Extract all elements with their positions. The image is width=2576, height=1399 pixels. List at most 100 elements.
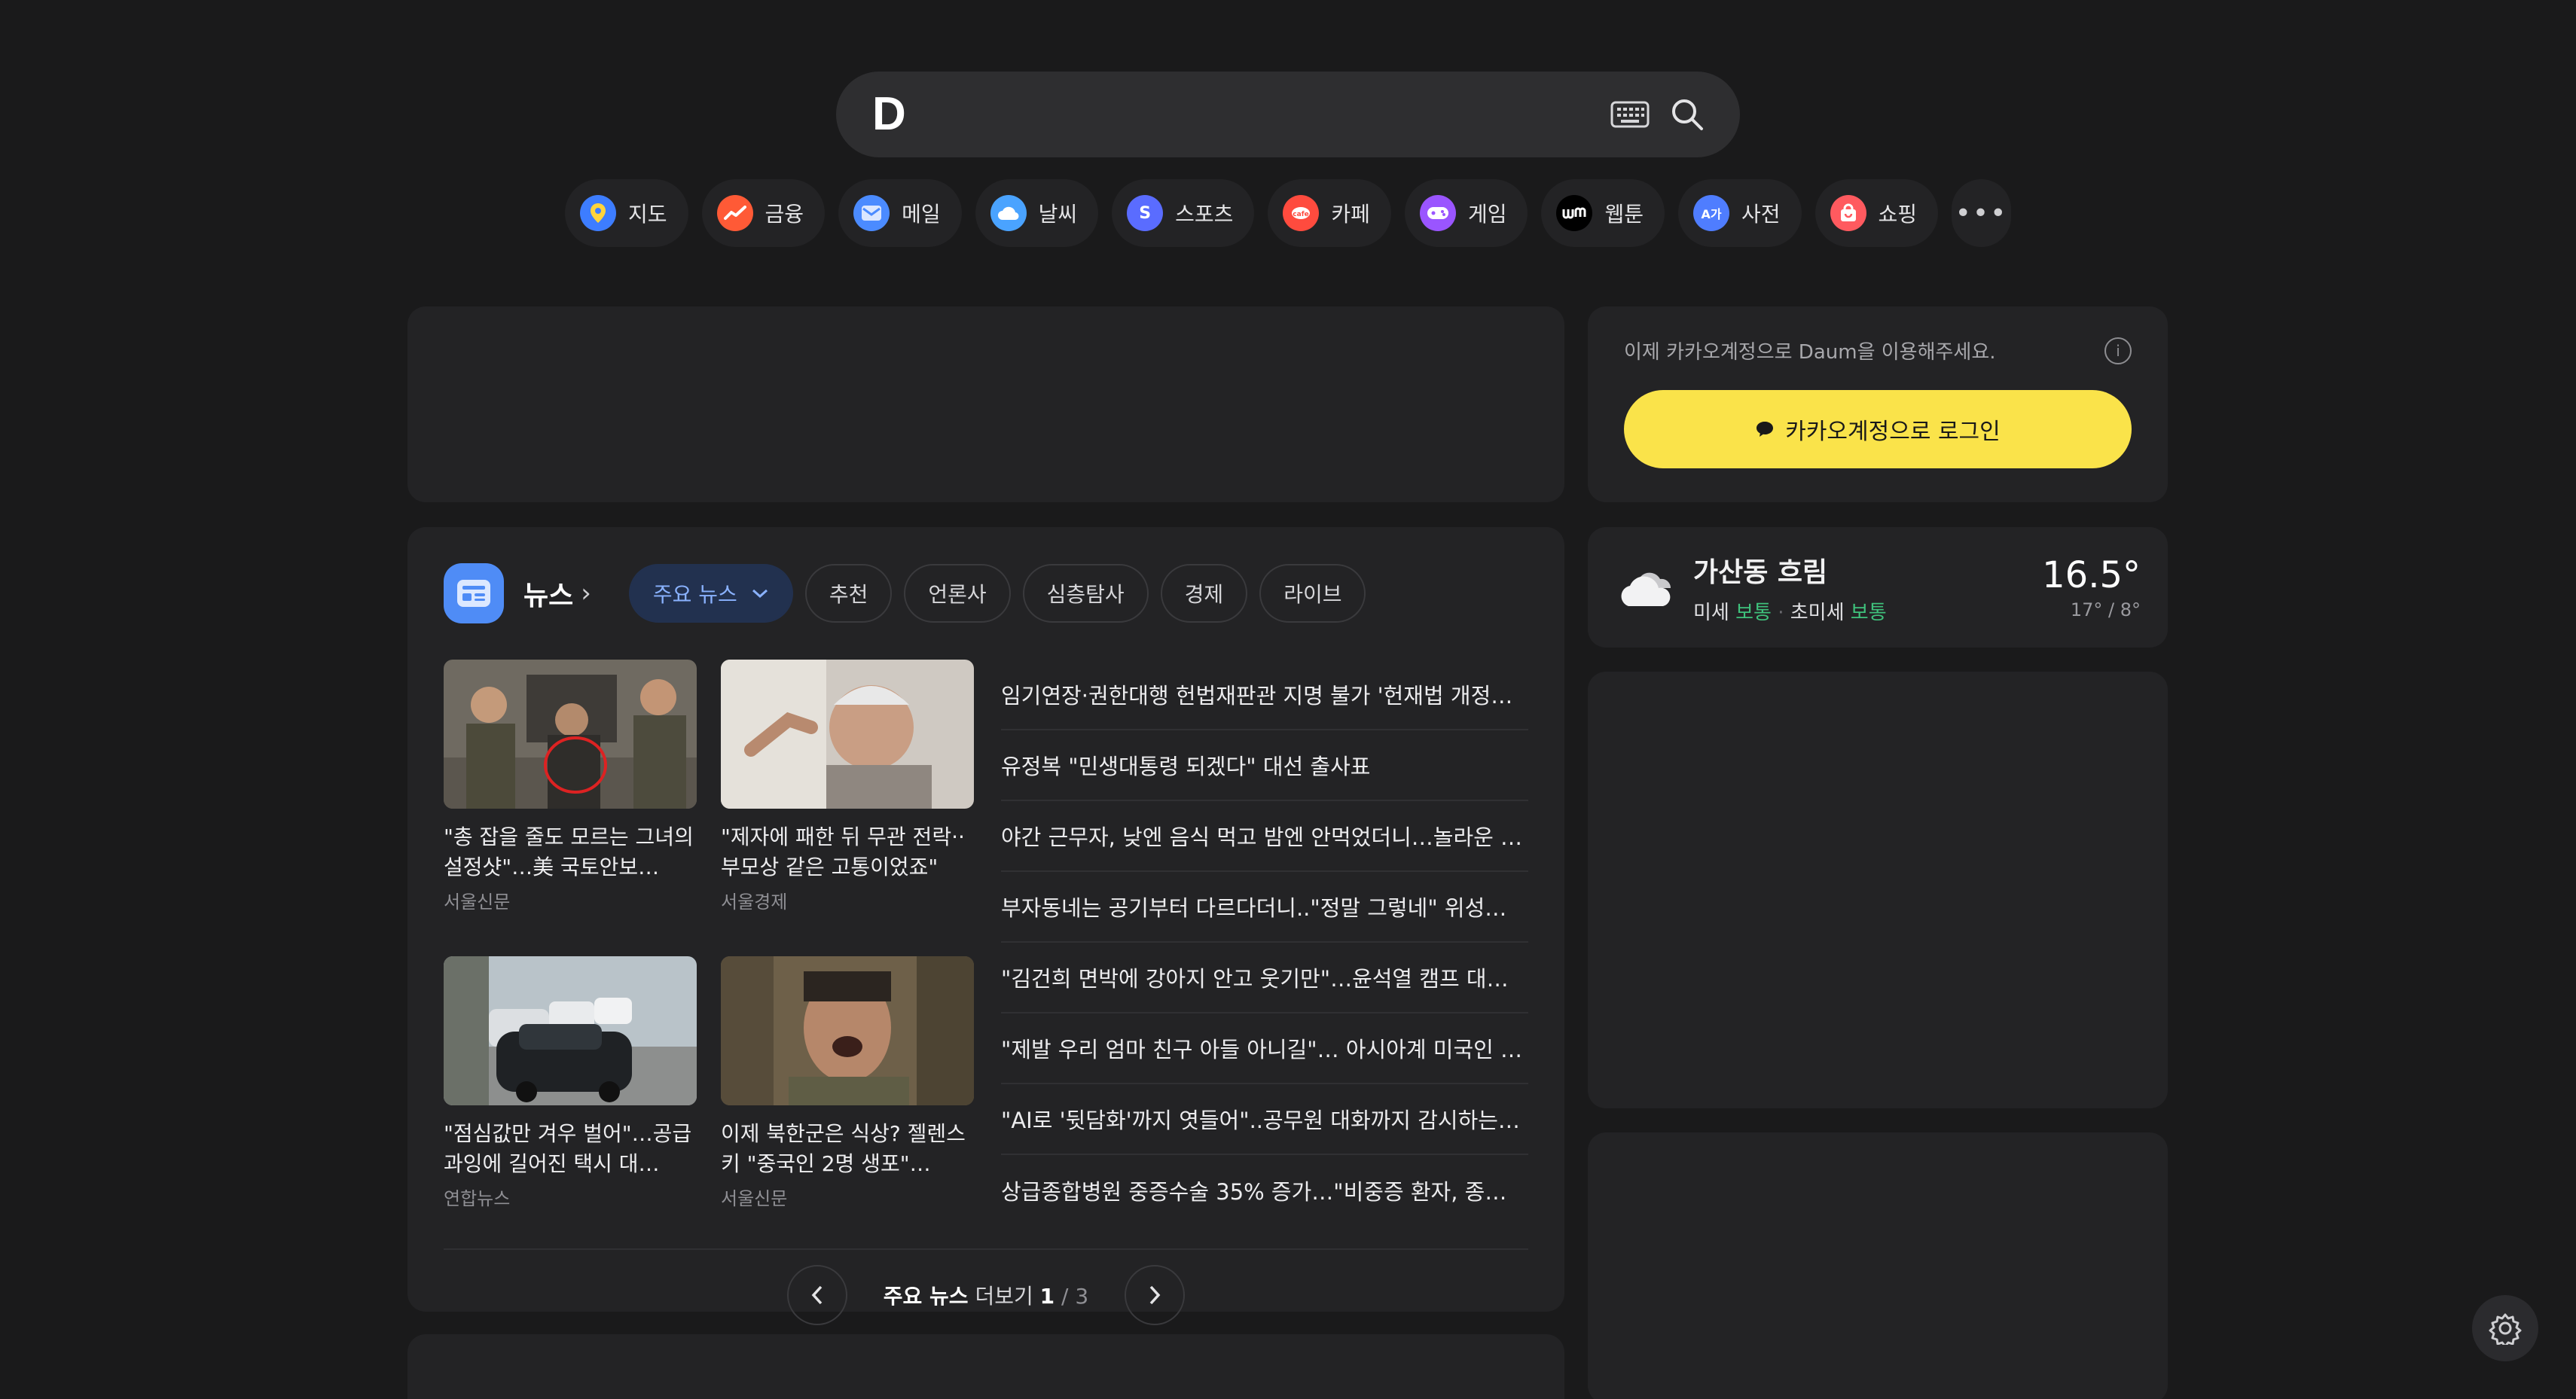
news-source: 서울신문 <box>721 1188 788 1209</box>
news-source: 서울경제 <box>721 892 788 913</box>
news-thumb-item[interactable]: "제자에 패한 뒤 무관 전락··부모상 같은 고통이었죠" 서울경제 <box>721 660 974 929</box>
headline-text[interactable]: "AI로 '뒷담화'까지 엿들어"..공무원 대화까지 감시하는… <box>1001 1103 1520 1135</box>
pager-text[interactable]: 주요 뉴스 더보기 1 / 3 <box>884 1280 1088 1310</box>
svg-text:cafe: cafe <box>1293 211 1309 218</box>
news-header: 뉴스 › 주요 뉴스 추천 언론사 심층탐사 경제 라이브 <box>444 563 1528 623</box>
dust-separator: · <box>1778 601 1790 624</box>
headline-item[interactable]: 야간 근무자, 낮엔 음식 먹고 밤엔 안먹었더니…놀라운 … <box>1001 801 1528 872</box>
service-label: 날씨 <box>1038 202 1078 227</box>
total-pages: 3 <box>1075 1284 1089 1309</box>
news-thumb-item[interactable]: "점심값만 겨우 벌어"…공급과잉에 길어진 택시 대… 연합뉴스 <box>444 956 697 1226</box>
keyboard-icon[interactable] <box>1607 92 1653 137</box>
tab-main-news[interactable]: 주요 뉴스 <box>628 564 793 623</box>
tab-live[interactable]: 라이브 <box>1259 564 1366 623</box>
service-weather[interactable]: 날씨 <box>975 179 1099 247</box>
service-map[interactable]: 지도 <box>565 179 688 247</box>
headline-text[interactable]: 야간 근무자, 낮엔 음식 먹고 밤엔 안먹었더니…놀라운 … <box>1001 820 1522 852</box>
tab-economy[interactable]: 경제 <box>1160 564 1248 623</box>
headline-item[interactable]: 부자동네는 공기부터 다르다더니.."정말 그렇네" 위성… <box>1001 872 1528 943</box>
news-tabs: 주요 뉴스 추천 언론사 심층탐사 경제 라이브 <box>628 564 1366 623</box>
game-icon <box>1419 195 1456 231</box>
tab-investigative[interactable]: 심층탐사 <box>1022 564 1149 623</box>
tab-label: 주요 뉴스 <box>652 582 737 607</box>
service-shortcuts: 지도 금융 메일 날씨 S 스포츠 cafe 카페 게임 웹툰 A가 사전 쇼핑… <box>565 179 2011 247</box>
headline-item[interactable]: 임기연장·권한대행 헌법재판관 지명 불가 '헌재법 개정… <box>1001 660 1528 730</box>
current-temperature: 16.5° <box>2042 554 2141 596</box>
service-shopping[interactable]: 쇼핑 <box>1814 179 1939 247</box>
headline-item[interactable]: "제발 우리 엄마 친구 아들 아니길"… 아시아계 미국인 … <box>1001 1013 1528 1084</box>
settings-button[interactable] <box>2472 1295 2538 1361</box>
cloud-icon <box>990 195 1027 231</box>
service-sports[interactable]: S 스포츠 <box>1112 179 1255 247</box>
news-photo[interactable] <box>721 956 974 1105</box>
service-label: 쇼핑 <box>1878 202 1918 227</box>
kakao-login-button[interactable]: 카카오계정으로 로그인 <box>1624 390 2132 468</box>
ad-banner <box>407 306 1564 502</box>
news-thumbnails: "총 잡을 줄도 모르는 그녀의 설정샷"…美 국토안보… 서울신문 "제자에 … <box>444 660 974 1226</box>
dictionary-icon: A가 <box>1693 195 1729 231</box>
service-webtoon[interactable]: 웹툰 <box>1541 179 1665 247</box>
news-thumb-title[interactable]: 이제 북한군은 식상? 젤렌스키 "중국인 2명 생포"… <box>721 1119 974 1179</box>
service-mail[interactable]: 메일 <box>838 179 962 247</box>
news-thumb-title[interactable]: "총 잡을 줄도 모르는 그녀의 설정샷"…美 국토안보… <box>444 822 697 882</box>
service-game[interactable]: 게임 <box>1404 179 1528 247</box>
news-card: 뉴스 › 주요 뉴스 추천 언론사 심층탐사 경제 라이브 "총 잡을 줄도 모… <box>407 527 1564 1325</box>
chevron-left-icon <box>811 1285 823 1305</box>
service-finance[interactable]: 금융 <box>701 179 826 247</box>
cloudy-weather-icon <box>1621 572 1671 606</box>
service-label: 카페 <box>1331 202 1370 227</box>
finance-chart-icon <box>716 195 753 231</box>
news-thumb-title[interactable]: "제자에 패한 뒤 무관 전락··부모상 같은 고통이었죠" <box>721 822 974 882</box>
map-pin-icon <box>580 195 616 231</box>
news-thumb-title[interactable]: "점심값만 겨우 벌어"…공급과잉에 길어진 택시 대… <box>444 1119 697 1179</box>
service-dictionary[interactable]: A가 사전 <box>1678 179 1802 247</box>
login-card: 이제 카카오계정으로 Daum을 이용해주세요. i 카카오계정으로 로그인 <box>1588 306 2168 502</box>
headline-item[interactable]: "김건희 면박에 강아지 안고 웃기만"…윤석열 캠프 대… <box>1001 943 1528 1013</box>
chevron-right-icon[interactable]: › <box>581 578 591 608</box>
headline-text[interactable]: 임기연장·권한대행 헌법재판관 지명 불가 '헌재법 개정… <box>1001 678 1512 710</box>
side-panel <box>1588 672 2168 1108</box>
headline-item[interactable]: "AI로 '뒷담화'까지 엿들어"..공무원 대화까지 감시하는… <box>1001 1084 1528 1155</box>
tab-press[interactable]: 언론사 <box>904 564 1011 623</box>
daum-logo[interactable]: D <box>872 91 917 138</box>
tab-recommended[interactable]: 추천 <box>804 564 893 623</box>
more-services-button[interactable]: ••• <box>1952 179 2011 247</box>
content-card <box>407 1334 1564 1399</box>
headline-text[interactable]: 상급종합병원 중증수술 35% 증가…"비중증 환자, 종… <box>1001 1175 1506 1206</box>
dust-value: 보통 <box>1735 601 1772 624</box>
news-photo[interactable] <box>444 660 697 809</box>
news-thumb-item[interactable]: "총 잡을 줄도 모르는 그녀의 설정샷"…美 국토안보… 서울신문 <box>444 660 697 929</box>
shopping-bag-icon <box>1830 195 1866 231</box>
prev-page-button[interactable] <box>786 1265 847 1325</box>
headline-text[interactable]: "제발 우리 엄마 친구 아들 아니길"… 아시아계 미국인 … <box>1001 1032 1522 1064</box>
headline-text[interactable]: "김건희 면박에 강아지 안고 웃기만"…윤석열 캠프 대… <box>1001 962 1509 993</box>
page-separator: / <box>1061 1284 1069 1309</box>
news-thumb-item[interactable]: 이제 북한군은 식상? 젤렌스키 "중국인 2명 생포"… 서울신문 <box>721 956 974 1226</box>
weather-temperature: 16.5° 17° / 8° <box>2042 554 2141 620</box>
search-input[interactable] <box>940 84 1595 145</box>
search-icon[interactable] <box>1665 92 1710 137</box>
news-icon[interactable] <box>444 563 504 623</box>
news-photo[interactable] <box>444 956 697 1105</box>
service-label: 메일 <box>902 202 941 227</box>
service-cafe[interactable]: cafe 카페 <box>1268 179 1391 247</box>
news-photo[interactable] <box>721 660 974 809</box>
news-pager: 주요 뉴스 더보기 1 / 3 <box>444 1250 1528 1340</box>
service-label: 금융 <box>765 202 804 227</box>
headline-item[interactable]: 유정복 "민생대통령 되겠다" 대선 출사표 <box>1001 730 1528 801</box>
next-page-button[interactable] <box>1125 1265 1186 1325</box>
mail-icon <box>853 195 890 231</box>
headline-text[interactable]: 유정복 "민생대통령 되겠다" 대선 출사표 <box>1001 749 1370 781</box>
headline-text[interactable]: 부자동네는 공기부터 다르다더니.."정말 그렇네" 위성… <box>1001 891 1506 922</box>
speech-bubble-icon <box>1757 422 1774 437</box>
news-source: 연합뉴스 <box>444 1188 511 1209</box>
login-button-label: 카카오계정으로 로그인 <box>1785 419 2001 445</box>
dust-label: 미세 <box>1693 601 1729 624</box>
news-title[interactable]: 뉴스 <box>523 574 573 613</box>
headline-item[interactable]: 상급종합병원 중증수술 35% 증가…"비중증 환자, 종… <box>1001 1155 1528 1226</box>
service-label: 게임 <box>1467 202 1507 227</box>
weather-card[interactable]: 가산동 흐림 미세 보통 · 초미세 보통 16.5° 17° / 8° <box>1588 527 2168 648</box>
weather-location: 가산동 흐림 <box>1693 556 1828 588</box>
news-source: 서울신문 <box>444 892 511 913</box>
info-icon[interactable]: i <box>2104 337 2132 364</box>
